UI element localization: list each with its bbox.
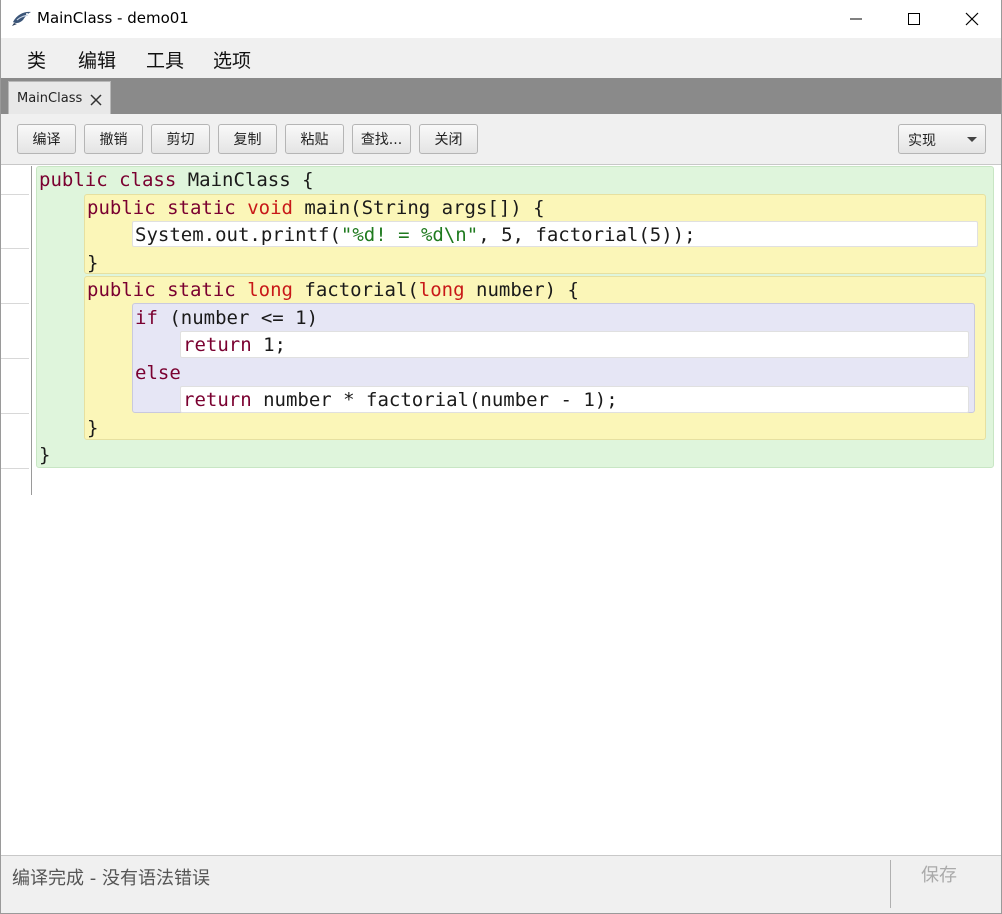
window-title: MainClass - demo01 (37, 9, 189, 27)
status-message: 编译完成 - 没有语法错误 (12, 868, 210, 889)
view-select-value: 实现 (908, 133, 936, 149)
undo-button[interactable]: 撤销 (84, 124, 143, 154)
code-line[interactable]: System.out.printf("%d! = %d\n", 5, facto… (135, 224, 696, 246)
gutter-divider (1, 413, 29, 414)
chevron-down-icon (967, 137, 977, 142)
code-line[interactable]: } (39, 444, 50, 466)
code-line[interactable]: else (135, 362, 181, 384)
minimize-button[interactable] (827, 0, 885, 38)
menu-edit[interactable]: 编辑 (78, 46, 116, 73)
code-line[interactable]: } (87, 417, 98, 439)
close-button[interactable]: 关闭 (419, 124, 478, 154)
code-line[interactable]: return 1; (183, 334, 286, 356)
gutter-divider (1, 248, 29, 249)
menu-class[interactable]: 类 (27, 46, 46, 73)
gutter-divider (1, 194, 29, 195)
close-icon (965, 12, 979, 26)
view-select[interactable]: 实现 (898, 124, 986, 154)
menu-options[interactable]: 选项 (213, 46, 251, 73)
code-line[interactable]: public class MainClass { (39, 169, 314, 191)
tab-label: MainClass (17, 91, 83, 106)
copy-button[interactable]: 复制 (218, 124, 277, 154)
title-bar: MainClass - demo01 (1, 0, 1001, 38)
cut-button[interactable]: 剪切 (151, 124, 210, 154)
menu-tools[interactable]: 工具 (146, 46, 184, 73)
code-line[interactable]: } (87, 252, 98, 274)
tab-strip: MainClass (1, 78, 1001, 114)
gutter-divider (1, 358, 29, 359)
gutter-divider (1, 468, 29, 469)
maximize-button[interactable] (885, 0, 943, 38)
gutter-divider (1, 303, 29, 304)
maximize-icon (908, 13, 920, 25)
paste-button[interactable]: 粘贴 (285, 124, 344, 154)
code-editor[interactable]: public class MainClass { public static v… (1, 166, 1001, 855)
minimize-icon (850, 18, 862, 20)
menu-bar: 类 编辑 工具 选项 (1, 38, 1001, 78)
gutter-rule (31, 166, 32, 495)
tab-mainclass[interactable]: MainClass (8, 81, 111, 114)
toolbar: 编译 撤销 剪切 复制 粘贴 查找... 关闭 实现 (1, 114, 1001, 165)
app-bird-icon (11, 8, 33, 28)
code-line[interactable]: return number * factorial(number - 1); (183, 389, 618, 411)
statement-return-1[interactable] (180, 331, 969, 358)
status-divider (890, 860, 891, 908)
close-icon[interactable] (89, 92, 103, 106)
code-line[interactable]: if (number <= 1) (135, 307, 318, 329)
status-bar: 编译完成 - 没有语法错误 保存 (1, 855, 1001, 913)
compile-button[interactable]: 编译 (17, 124, 76, 154)
code-line[interactable]: public static void main(String args[]) { (87, 197, 545, 219)
find-button[interactable]: 查找... (352, 124, 411, 154)
close-window-button[interactable] (943, 0, 1001, 38)
save-button[interactable]: 保存 (921, 861, 957, 887)
code-line[interactable]: public static long factorial(long number… (87, 279, 579, 301)
